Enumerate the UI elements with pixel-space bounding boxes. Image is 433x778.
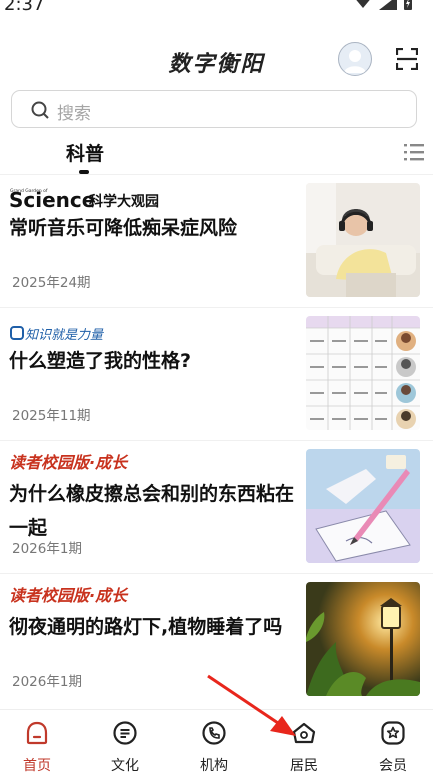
search-icon bbox=[31, 101, 49, 119]
culture-icon bbox=[113, 721, 137, 745]
article-title: 彻夜通明的路灯下,植物睡着了吗 bbox=[9, 616, 283, 638]
category-tabs: 科普 bbox=[0, 134, 433, 178]
search-input[interactable]: 搜索 bbox=[11, 90, 417, 128]
article-source: 读者校园版·成长 bbox=[9, 449, 127, 475]
nav-residents[interactable]: 居民 bbox=[261, 710, 347, 778]
article-date: 2025年11期 bbox=[12, 408, 91, 424]
eraser-illustration-image bbox=[306, 449, 420, 563]
nav-culture[interactable]: 文化 bbox=[82, 710, 168, 778]
status-time: 2:37 bbox=[4, 0, 45, 15]
personality-table-image bbox=[306, 316, 420, 430]
scan-icon[interactable] bbox=[396, 48, 418, 70]
nav-culture-label: 文化 bbox=[111, 758, 139, 774]
avatar[interactable] bbox=[338, 42, 372, 76]
article-title: 常听音乐可降低痴呆症风险 bbox=[9, 217, 238, 239]
menu-list-icon[interactable] bbox=[403, 141, 425, 163]
svg-text:Science: Science bbox=[9, 188, 95, 209]
nav-home-label: 首页 bbox=[23, 758, 51, 774]
article-item[interactable]: Grand Garden of Science 科学大观园 常听音乐可降低痴呆症… bbox=[0, 174, 433, 307]
status-icons bbox=[353, 0, 413, 10]
svg-text:科学大观园: 科学大观园 bbox=[89, 193, 159, 209]
streetlamp-plants-image bbox=[306, 582, 420, 696]
battery-icon bbox=[404, 0, 412, 10]
status-bar: 2:37 bbox=[0, 0, 433, 18]
tab-kepu[interactable]: 科普 bbox=[66, 139, 104, 166]
nav-organization-label: 机构 bbox=[200, 758, 228, 774]
article-thumbnail bbox=[306, 183, 420, 297]
article-item[interactable]: 知识就是力量 什么塑造了我的性格? 2025年11期 bbox=[0, 307, 433, 440]
nav-member-label: 会员 bbox=[379, 758, 407, 774]
source-label: 读者校园版·成长 bbox=[9, 586, 128, 605]
signal-icon bbox=[379, 0, 397, 10]
wifi-icon bbox=[356, 0, 370, 8]
member-icon bbox=[381, 721, 405, 745]
article-thumbnail bbox=[306, 582, 420, 696]
source-logo: 知识就是力量 bbox=[9, 316, 109, 343]
article-source: 读者校园版·成长 bbox=[9, 582, 127, 608]
article-thumbnail bbox=[306, 449, 420, 563]
article-thumbnail bbox=[306, 316, 420, 430]
woman-headphones-image bbox=[306, 183, 420, 297]
bottom-nav: 首页 文化 机构 居民 会员 bbox=[0, 709, 433, 778]
nav-organization[interactable]: 机构 bbox=[171, 710, 257, 778]
article-date: 2025年24期 bbox=[12, 275, 91, 291]
organization-icon bbox=[202, 721, 226, 745]
article-item[interactable]: 读者校园版·成长 彻夜通明的路灯下,植物睡着了吗 2026年1期 bbox=[0, 573, 433, 706]
source-logo: Grand Garden of Science 科学大观园 bbox=[9, 183, 179, 212]
home-icon bbox=[26, 721, 48, 745]
search-placeholder: 搜索 bbox=[57, 104, 91, 124]
nav-member[interactable]: 会员 bbox=[350, 710, 433, 778]
article-title: 什么塑造了我的性格? bbox=[9, 350, 192, 372]
user-avatar-icon bbox=[344, 50, 366, 73]
nav-residents-label: 居民 bbox=[290, 758, 318, 774]
svg-text:知识就是力量: 知识就是力量 bbox=[25, 328, 105, 342]
source-label: 读者校园版·成长 bbox=[9, 453, 128, 472]
knowledge-is-power-logo: 知识就是力量 bbox=[10, 326, 105, 343]
residents-icon bbox=[292, 722, 316, 744]
nav-home[interactable]: 首页 bbox=[0, 710, 80, 778]
article-date: 2026年1期 bbox=[12, 541, 82, 557]
science-magazine-logo: Grand Garden of Science 科学大观园 bbox=[9, 188, 159, 212]
app-header: 数字衡阳 bbox=[0, 38, 433, 84]
article-item[interactable]: 读者校园版·成长 为什么橡皮擦总会和别的东西粘在一起 2026年1期 bbox=[0, 440, 433, 573]
article-date: 2026年1期 bbox=[12, 674, 82, 690]
article-title: 为什么橡皮擦总会和别的东西粘在一起 bbox=[9, 483, 295, 539]
